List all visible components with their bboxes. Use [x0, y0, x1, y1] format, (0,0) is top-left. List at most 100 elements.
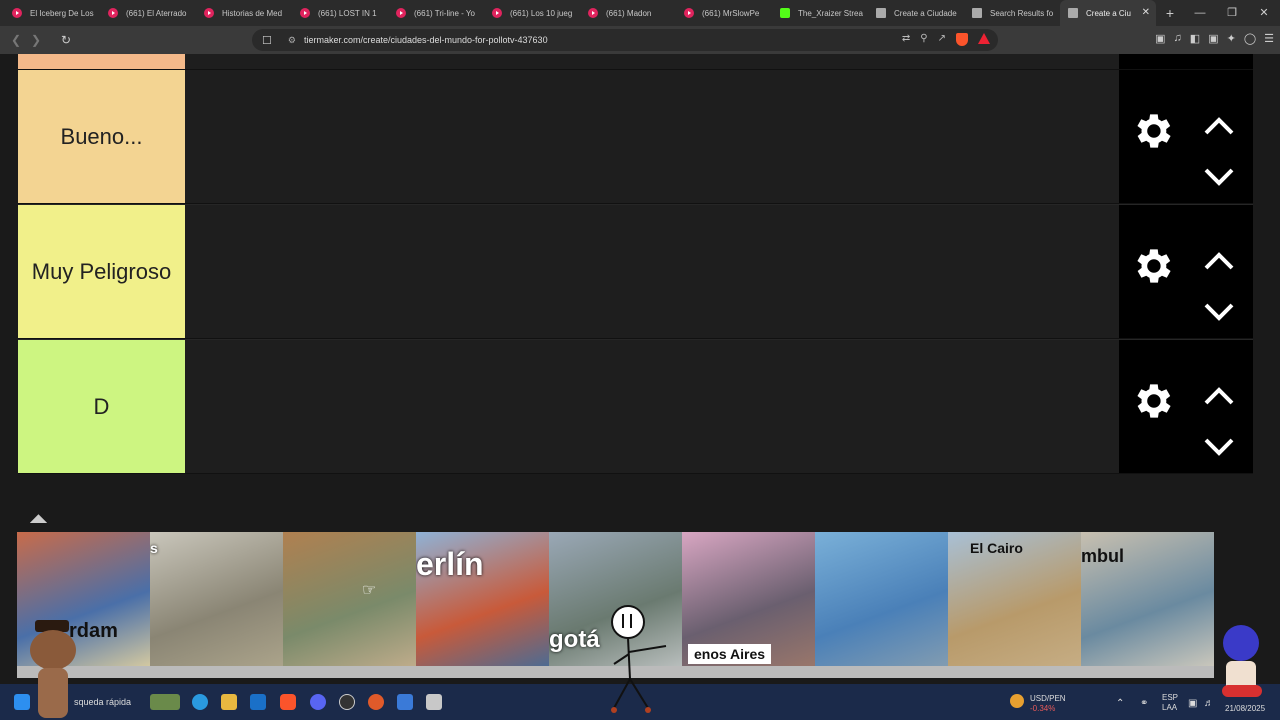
city-card[interactable]: mbul [1081, 532, 1214, 678]
sidebar-icon[interactable]: ◧ [1190, 32, 1200, 45]
chevron-up-icon[interactable] [1203, 386, 1235, 406]
brave-shield-icon[interactable] [956, 33, 968, 46]
tier-label[interactable]: D [18, 340, 185, 473]
extension-icons: ▣ ♫ ◧ ▣ ✦ ◯ ☰ [1155, 32, 1274, 45]
tab-title: El Iceberg De Los [30, 8, 94, 18]
tier-controls [1119, 54, 1253, 69]
browser-tab[interactable]: Search Results fo [964, 0, 1060, 26]
edge-icon[interactable] [192, 694, 208, 710]
forward-icon[interactable]: ❯ [26, 33, 46, 47]
close-tab-icon[interactable]: ✕ [1142, 7, 1150, 18]
browser-tab[interactable]: (661) Los 10 jueg [484, 0, 580, 26]
city-card-strip [815, 666, 948, 678]
chevron-up-icon[interactable] [1203, 116, 1235, 136]
reload-icon[interactable]: ↻ [56, 33, 76, 47]
tab-title: Create a Ciu [1086, 8, 1131, 18]
search-highlight-icon[interactable] [150, 694, 180, 710]
tier-list: Bueno... Muy Peligroso D [18, 54, 1253, 474]
youtube-icon [300, 8, 310, 18]
share-icon[interactable]: ↗ [938, 33, 946, 46]
new-tab-icon[interactable]: + [1160, 5, 1180, 21]
browser-tab-strip: El Iceberg De Los (661) El Aterrado Histor… [0, 0, 1280, 26]
lang-bottom[interactable]: LAA [1162, 703, 1177, 712]
windows-start-icon[interactable] [14, 694, 30, 710]
app-icon-3[interactable] [426, 694, 442, 710]
vpn-icon[interactable]: ◯ [1244, 32, 1256, 45]
leo-icon[interactable]: ✦ [1227, 32, 1236, 45]
browser-tab[interactable]: (661) LOST IN 1 [292, 0, 388, 26]
browser-tab[interactable]: Historias de Med [196, 0, 292, 26]
browser-tab[interactable]: Create a Ciu ✕ [1060, 0, 1156, 26]
tier-dropzone[interactable] [185, 205, 1119, 338]
screenshot-icon[interactable]: ▣ [1155, 32, 1165, 45]
wallet-icon[interactable]: ▣ [1208, 32, 1218, 45]
app-icon[interactable] [368, 694, 384, 710]
city-card[interactable]: erlín [416, 532, 549, 678]
browser-tab[interactable]: (661) El Aterrado [100, 0, 196, 26]
outlook-icon[interactable] [250, 694, 266, 710]
city-card-strip [682, 666, 815, 678]
volume-icon[interactable]: ♬ [1204, 698, 1214, 709]
taskbar-search[interactable]: squeda rápida [74, 697, 131, 707]
zoom-icon[interactable]: ⚲ [920, 33, 927, 46]
chevron-up-icon[interactable]: ⌃ [1116, 698, 1124, 709]
chevron-up-icon[interactable] [1203, 251, 1235, 271]
window-controls: — ❐ ✕ [1184, 0, 1280, 26]
bookmark-icon[interactable]: ☐ [262, 34, 272, 47]
chevron-down-icon[interactable] [1203, 302, 1235, 322]
tier-row: Bueno... [18, 70, 1253, 204]
youtube-icon [492, 8, 502, 18]
tab-title: (661) MrSlowPe [702, 8, 760, 18]
tier-label[interactable]: Muy Peligroso [18, 205, 185, 338]
address-bar[interactable]: ☐ ⚙ tiermaker.com/create/ciudades-del-mu… [252, 29, 998, 51]
discord-icon[interactable] [310, 694, 326, 710]
tier-label[interactable]: Bueno... [18, 70, 185, 203]
maximize-icon[interactable]: ❐ [1216, 0, 1248, 26]
chevron-down-icon[interactable] [1203, 167, 1235, 187]
city-card[interactable]: enos Aires [682, 532, 815, 678]
browser-tab[interactable]: El Iceberg De Los [4, 0, 100, 26]
tab-title: (661) LOST IN 1 [318, 8, 377, 18]
browser-tab[interactable]: (661) MrSlowPe [676, 0, 772, 26]
youtube-icon [684, 8, 694, 18]
tier-dropzone[interactable] [185, 70, 1119, 203]
app-icon-2[interactable] [397, 694, 413, 710]
tier-row [18, 54, 1253, 70]
brave-rewards-icon[interactable] [978, 33, 990, 44]
browser-tab[interactable]: (661) Tri-line - Yo [388, 0, 484, 26]
city-card[interactable] [283, 532, 416, 678]
url-text[interactable]: tiermaker.com/create/ciudades-del-mundo-… [304, 35, 548, 45]
network-icon[interactable]: ▣ [1188, 698, 1197, 709]
chevron-down-icon[interactable] [1203, 437, 1235, 457]
gear-icon[interactable] [1129, 378, 1175, 424]
browser-tab[interactable]: The_Xraizer Strea [772, 0, 868, 26]
gear-icon[interactable] [1129, 243, 1175, 289]
city-card[interactable]: El Cairo [948, 532, 1081, 678]
translate-icon[interactable]: ⇄ [902, 33, 910, 46]
site-info-icon[interactable]: ⚙ [288, 35, 296, 46]
browser-toolbar: ❮ ❯ ↻ ☐ ⚙ tiermaker.com/create/ciudades-… [0, 26, 1280, 54]
currency-icon [1010, 694, 1024, 708]
mic-icon[interactable]: ⚭ [1140, 698, 1148, 709]
close-window-icon[interactable]: ✕ [1248, 0, 1280, 26]
tier-controls [1119, 70, 1253, 203]
gear-icon[interactable] [1129, 108, 1175, 154]
tier-label[interactable] [18, 54, 185, 69]
menu-icon[interactable]: ☰ [1264, 32, 1274, 45]
minimize-icon[interactable]: — [1184, 0, 1216, 26]
date-text[interactable]: 21/08/2025 [1225, 704, 1265, 713]
brave-icon[interactable] [280, 694, 296, 710]
file-explorer-icon[interactable] [221, 694, 237, 710]
city-card-strip [948, 666, 1081, 678]
browser-tab[interactable]: Create a Ciudade [868, 0, 964, 26]
city-card[interactable] [815, 532, 948, 678]
tier-dropzone[interactable] [185, 340, 1119, 473]
lang-top[interactable]: ESP [1162, 693, 1178, 702]
obs-icon[interactable] [339, 694, 355, 710]
browser-tab[interactable]: (661) Madon [580, 0, 676, 26]
tab-title: (661) Los 10 jueg [510, 8, 573, 18]
back-icon[interactable]: ❮ [6, 33, 26, 47]
city-card[interactable]: s [150, 532, 283, 678]
tier-dropzone[interactable] [185, 54, 1119, 69]
media-icon[interactable]: ♫ [1174, 32, 1182, 45]
